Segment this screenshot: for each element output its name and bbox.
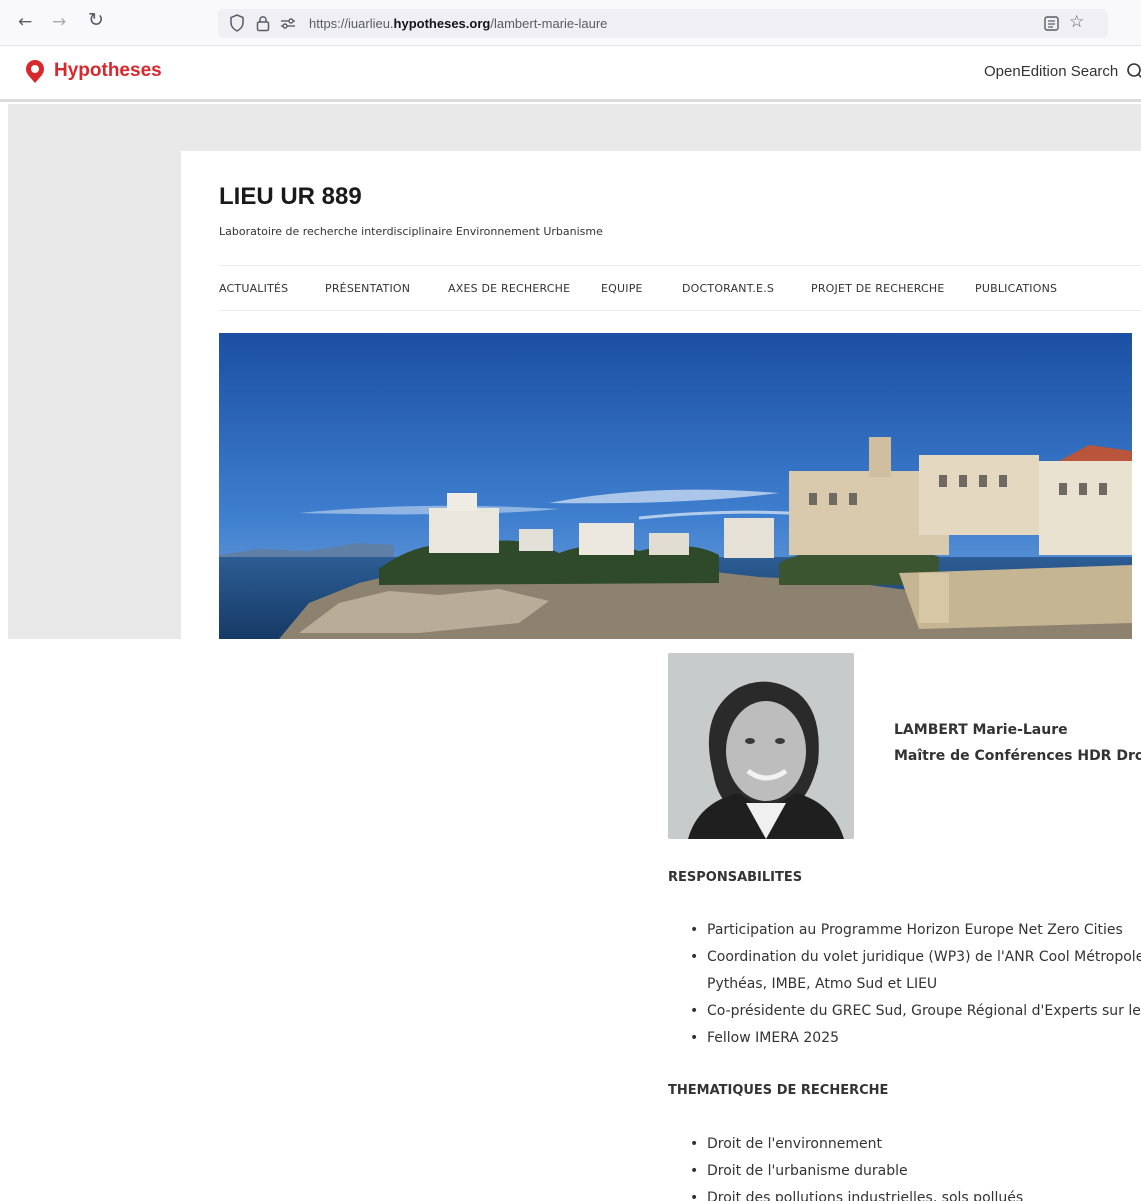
lock-icon[interactable] [256,14,270,36]
header-image [219,333,1132,639]
reload-icon[interactable]: ↻ [88,10,104,30]
responsabilites-list: Participation au Programme Horizon Europ… [690,917,1141,1052]
thematiques-heading: THEMATIQUES DE RECHERCHE [668,1083,889,1098]
menu-item-projet-de-recherche[interactable]: PROJET DE RECHERCHE [811,282,945,295]
shield-icon[interactable] [230,14,244,36]
thematiques-list: Droit de l'environnement Droit de l'urba… [690,1131,1141,1201]
profile-role: Maître de Conférences HDR Droit [894,748,1141,764]
menu-item-presentation[interactable]: PRÉSENTATION [325,282,410,295]
list-item: Participation au Programme Horizon Europ… [690,917,1141,944]
responsabilites-heading: RESPONSABILITES [668,870,803,885]
menu-divider-bottom [219,310,1141,311]
hypotheses-logo-icon [26,60,44,83]
list-item: Coordination du volet juridique (WP3) de… [690,944,1141,998]
profile-photo [668,653,854,839]
openedition-search-link[interactable]: OpenEdition Search [984,63,1118,80]
menu-item-publications[interactable]: PUBLICATIONS [975,282,1057,295]
list-item: Droit de l'urbanisme durable [690,1158,1141,1185]
menu-item-axes-de-recherche[interactable]: AXES DE RECHERCHE [448,282,570,295]
arrow-right-icon[interactable]: → [52,12,66,32]
list-item: Co-présidente du GREC Sud, Groupe Région… [690,998,1141,1025]
hypotheses-header: Hypotheses OpenEdition Search [0,46,1141,102]
site-title[interactable]: LIEU UR 889 [219,183,362,211]
browser-toolbar: ← → ↻ https://iuarlieu.hypotheses.org/la… [0,0,1141,46]
list-item: Fellow IMERA 2025 [690,1025,1141,1052]
list-item: Droit de l'environnement [690,1131,1141,1158]
menu-divider-top [219,265,1141,266]
address-bar[interactable]: https://iuarlieu.hypotheses.org/lambert-… [218,9,1108,38]
menu-item-doctorants[interactable]: DOCTORANT.E.S [682,282,774,295]
list-item: Droit des pollutions industrielles, sols… [690,1185,1141,1201]
permissions-icon[interactable] [280,14,296,36]
profile-name: LAMBERT Marie-Laure [894,722,1068,738]
hypotheses-logo-text: Hypotheses [54,60,162,81]
hypotheses-logo[interactable]: Hypotheses [22,58,162,84]
search-icon[interactable] [1126,62,1141,82]
menu-item-equipe[interactable]: EQUIPE [601,282,643,295]
menu-item-actualites[interactable]: ACTUALITÉS [219,282,288,295]
reader-view-icon[interactable] [1044,14,1059,36]
site-description: Laboratoire de recherche interdisciplina… [219,225,603,238]
arrow-left-icon[interactable]: ← [18,12,32,32]
bookmark-star-icon[interactable]: ☆ [1069,12,1084,32]
url-text[interactable]: https://iuarlieu.hypotheses.org/lambert-… [309,16,607,31]
